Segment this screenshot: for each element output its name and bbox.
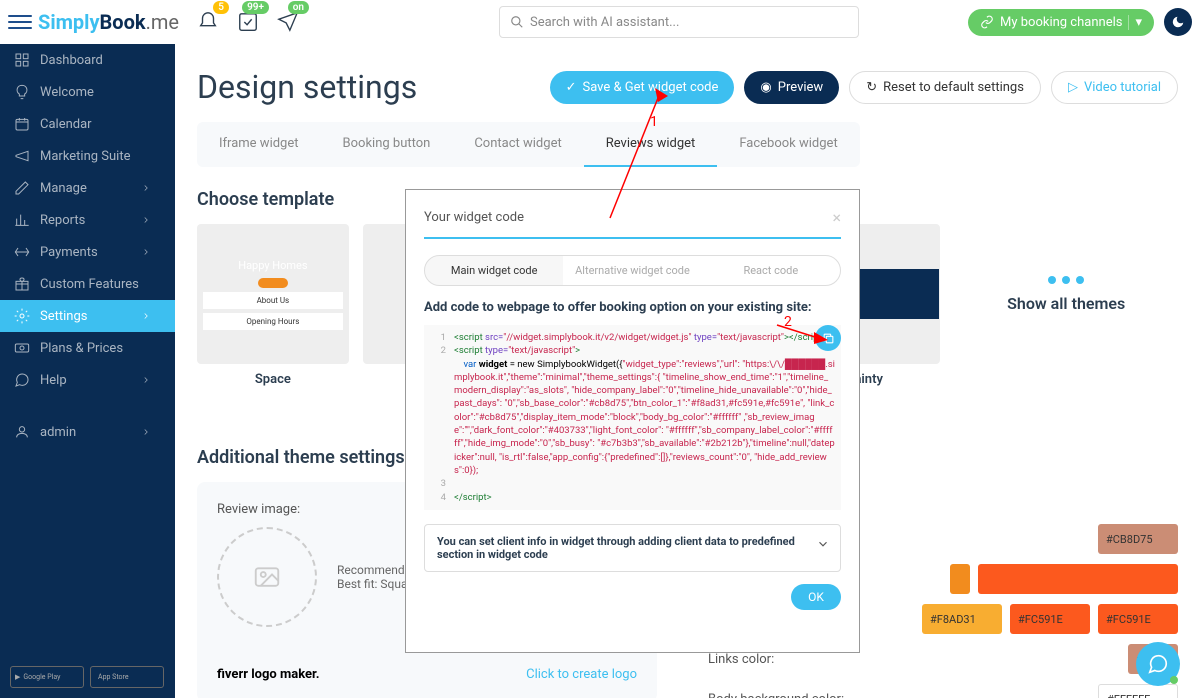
sidebar-item-reports[interactable]: Reports <box>0 204 175 236</box>
my-booking-channels-button[interactable]: My booking channels ▾ <box>968 9 1154 36</box>
sidebar-item-marketing-suite[interactable]: Marketing Suite <box>0 140 175 172</box>
sidebar-item-help[interactable]: Help <box>0 364 175 396</box>
logo[interactable]: SimplyBook.me <box>38 10 179 34</box>
ok-button[interactable]: OK <box>791 584 841 610</box>
color-label: Body background color: <box>708 692 844 698</box>
widget-tabs: Iframe widgetBooking buttonContact widge… <box>197 122 860 167</box>
color-swatch[interactable] <box>978 564 1178 594</box>
sidebar-item-manage[interactable]: Manage <box>0 172 175 204</box>
tab-facebook-widget[interactable]: Facebook widget <box>717 122 859 167</box>
sidebar-item-payments[interactable]: Payments <box>0 236 175 268</box>
page-title: Design settings <box>197 68 417 106</box>
copy-code-button[interactable] <box>815 325 841 351</box>
modal-note-expandable[interactable]: You can set client info in widget throug… <box>424 524 841 572</box>
code-tabs: Main widget codeAlternative widget codeR… <box>424 255 841 286</box>
send-icon[interactable]: on <box>277 11 299 33</box>
code-tab-2[interactable]: React code <box>702 256 840 285</box>
save-get-code-button[interactable]: ✓ Save & Get widget code <box>550 71 735 104</box>
modal-title: Your widget code <box>424 210 524 225</box>
admin-menu[interactable]: admin <box>0 416 175 448</box>
dark-mode-toggle[interactable] <box>1164 8 1192 36</box>
search-placeholder: Search with AI assistant... <box>530 15 679 30</box>
tab-booking-button[interactable]: Booking button <box>321 122 453 167</box>
sidebar-item-calendar[interactable]: Calendar <box>0 108 175 140</box>
code-block: 1<script src="//widget.simplybook.it/v2/… <box>424 325 841 510</box>
annotation-label-2: 2 <box>784 314 792 330</box>
fiverr-logo: fiverr logo maker. <box>217 667 320 682</box>
color-swatch[interactable]: #F8AD31 <box>922 604 1002 634</box>
widget-code-modal: Your widget code × Main widget codeAlter… <box>405 189 860 653</box>
tab-iframe-widget[interactable]: Iframe widget <box>197 122 321 167</box>
color-swatch[interactable] <box>950 564 970 594</box>
bell-icon[interactable]: 5 <box>197 11 219 33</box>
review-image-upload[interactable] <box>217 527 317 627</box>
code-tab-1[interactable]: Alternative widget code <box>563 256 701 285</box>
hamburger-icon[interactable] <box>8 10 32 34</box>
sidebar: DashboardWelcomeCalendarMarketing SuiteM… <box>0 44 175 698</box>
fiverr-link[interactable]: Click to create logo <box>526 667 637 682</box>
reset-button[interactable]: ↻ Reset to default settings <box>849 71 1041 104</box>
modal-subtitle: Add code to webpage to offer booking opt… <box>424 300 841 315</box>
color-swatch[interactable]: #CB8D75 <box>1098 524 1178 554</box>
sidebar-item-welcome[interactable]: Welcome <box>0 76 175 108</box>
color-swatch[interactable]: #FFFFFF <box>1098 684 1178 698</box>
tab-contact-widget[interactable]: Contact widget <box>452 122 583 167</box>
color-swatch[interactable]: #FC591E <box>1010 604 1090 634</box>
theme-space[interactable]: Happy Homes About Us Opening Hours Space <box>197 224 349 387</box>
close-icon[interactable]: × <box>832 208 841 227</box>
annotation-label-1: 1 <box>650 114 658 130</box>
chat-bubble[interactable] <box>1136 642 1180 686</box>
notification-badge: 5 <box>213 1 229 14</box>
sidebar-item-dashboard[interactable]: Dashboard <box>0 44 175 76</box>
color-swatch[interactable]: #FC591E <box>1098 604 1178 634</box>
search-input[interactable]: Search with AI assistant... <box>499 6 859 38</box>
google-play-badge[interactable]: ▶ Google Play <box>10 666 84 688</box>
app-store-badge[interactable]: App Store <box>90 666 164 688</box>
color-label: Links color: <box>708 652 774 667</box>
sidebar-item-plans-&-prices[interactable]: Plans & Prices <box>0 332 175 364</box>
count-badge: 99+ <box>242 1 269 14</box>
preview-button[interactable]: ◉ Preview <box>744 71 839 104</box>
checkbox-icon[interactable]: 99+ <box>237 11 259 33</box>
sidebar-item-settings[interactable]: Settings <box>0 300 175 332</box>
code-tab-0[interactable]: Main widget code <box>425 256 563 285</box>
video-tutorial-button[interactable]: ▷ Video tutorial <box>1051 71 1178 104</box>
show-all-themes[interactable]: Show all themes <box>954 224 1178 364</box>
sidebar-item-custom-features[interactable]: Custom Features <box>0 268 175 300</box>
status-badge: on <box>288 1 309 14</box>
